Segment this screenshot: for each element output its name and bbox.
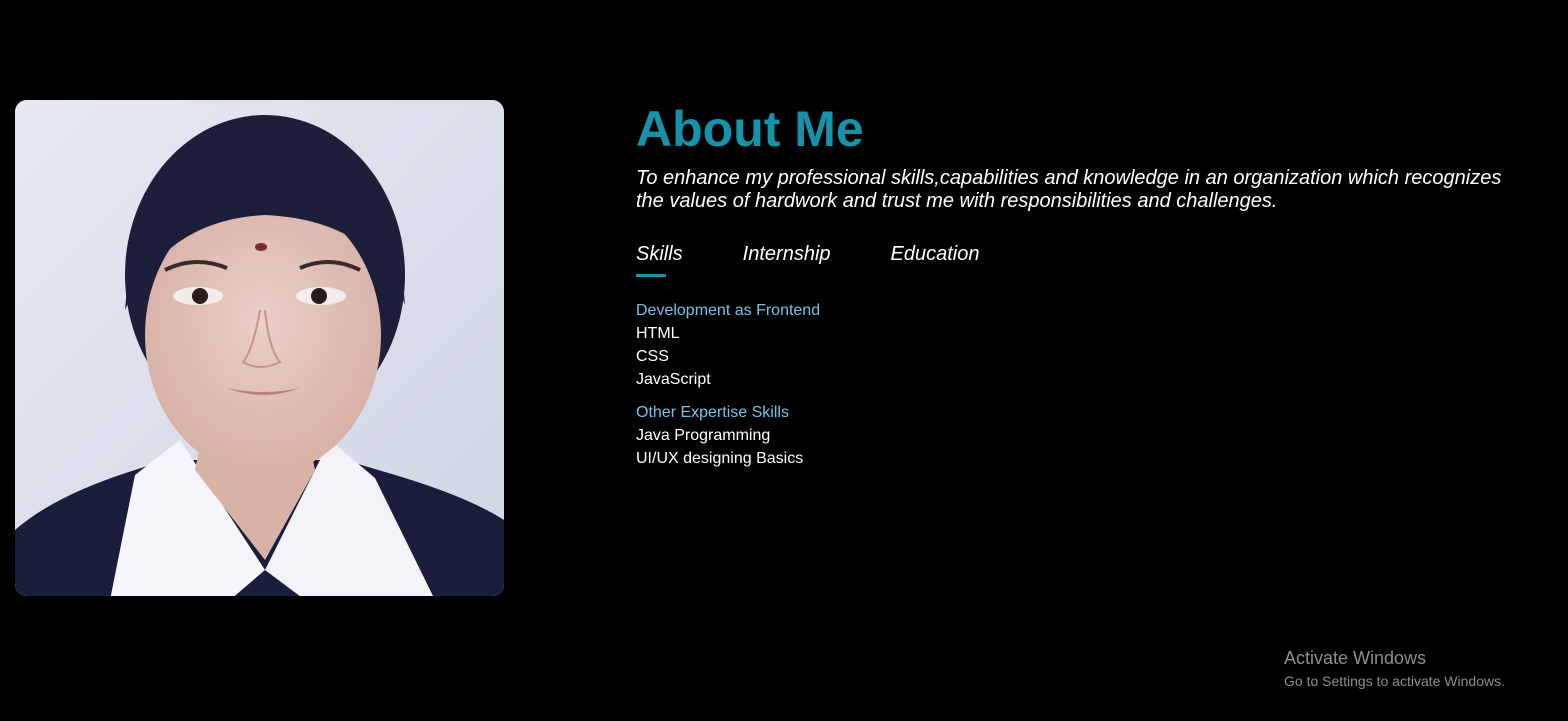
skill-item: JavaScript [636,371,711,388]
skill-group-frontend: Development as Frontend HTML CSS JavaScr… [636,299,1516,391]
activate-windows-watermark: Activate Windows Go to Settings to activ… [1284,647,1505,691]
skill-item: CSS [636,348,669,365]
skills-panel: Development as Frontend HTML CSS JavaScr… [636,299,1516,470]
skill-item: UI/UX designing Basics [636,450,804,467]
skill-item: HTML [636,325,680,342]
tab-skills[interactable]: Skills [636,243,683,281]
profile-photo [15,100,504,596]
about-section: About Me To enhance my professional skil… [636,100,1516,470]
profile-photo-image [15,100,504,596]
about-page: About Me To enhance my professional skil… [0,0,1568,721]
skill-group-other: Other Expertise Skills Java Programming … [636,401,1516,470]
watermark-title: Activate Windows [1284,648,1427,668]
watermark-subtitle: Go to Settings to activate Windows. [1284,673,1505,689]
tab-bar: Skills Internship Education [636,243,1516,281]
tab-education[interactable]: Education [891,243,980,281]
skill-item: Java Programming [636,427,771,444]
about-tagline: To enhance my professional skills,capabi… [636,167,1502,212]
page-title: About Me [636,101,864,157]
skill-group-heading: Other Expertise Skills [636,404,789,421]
skill-group-heading: Development as Frontend [636,302,821,319]
tab-internship[interactable]: Internship [743,243,831,281]
